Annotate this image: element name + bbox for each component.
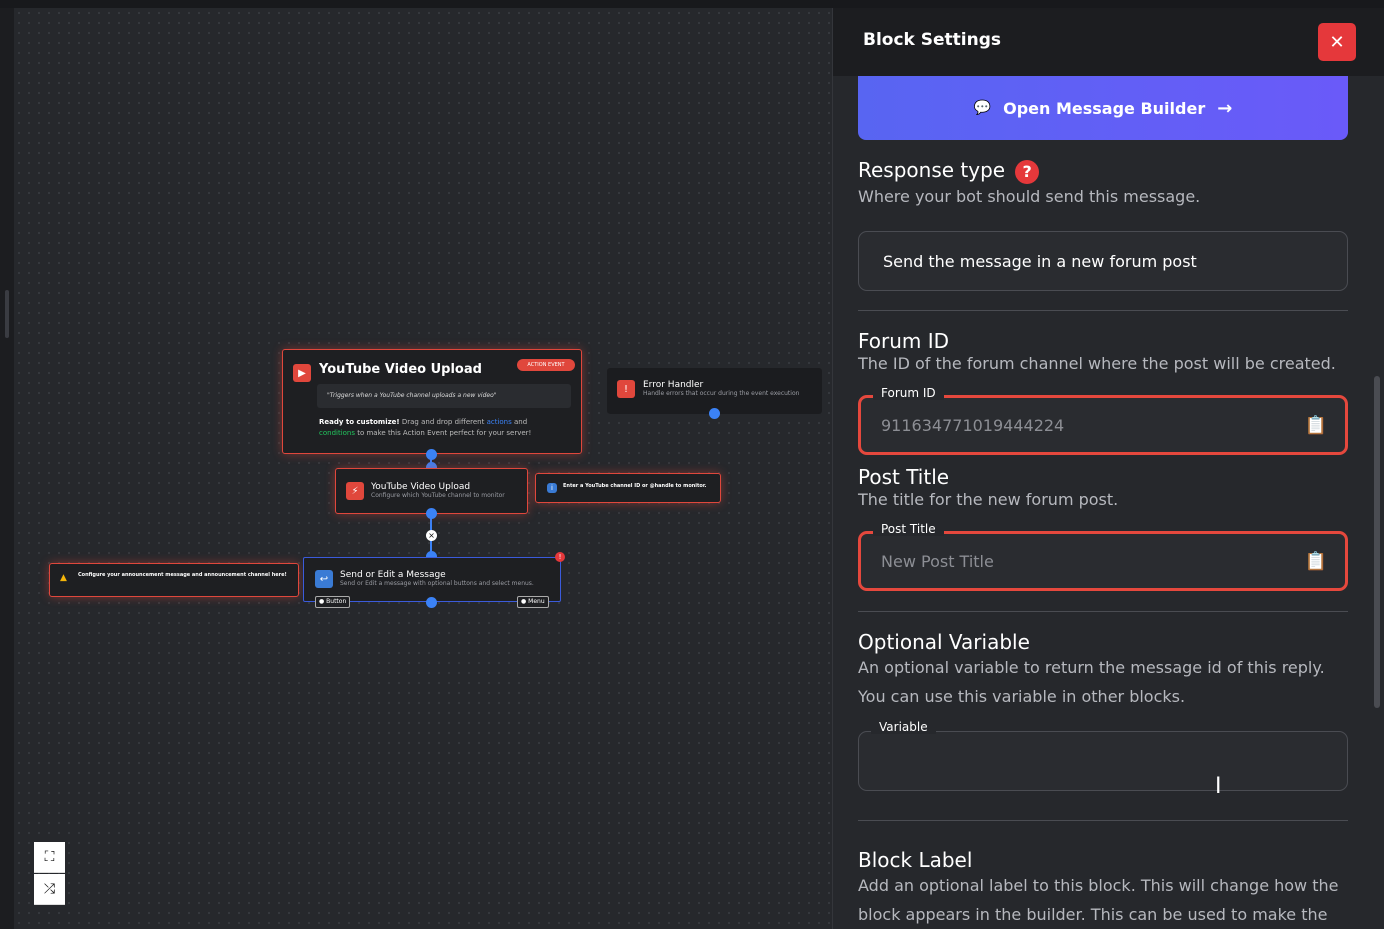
chat-bubble-icon: 💬	[973, 100, 992, 116]
open-message-builder-button[interactable]: 💬 Open Message Builder →	[858, 76, 1348, 140]
trigger-quote: "Triggers when a YouTube channel uploads…	[317, 384, 571, 408]
error-handler-desc: Handle errors that occur during the even…	[643, 390, 800, 397]
response-type-select[interactable]: Send the message in a new forum post	[858, 231, 1348, 291]
clipboard-icon[interactable]: 📋	[1305, 549, 1327, 573]
arrow-right-icon: →	[1217, 97, 1233, 119]
fullscreen-icon[interactable]: ⛶	[34, 842, 65, 873]
question-icon[interactable]: ?	[1015, 159, 1040, 184]
reply-icon: ↩	[315, 570, 333, 588]
variable-input[interactable]	[879, 746, 1319, 772]
text-cursor-icon: I	[1215, 774, 1222, 799]
variable-field[interactable]: Variable	[858, 720, 1348, 791]
top-bar	[0, 0, 1384, 8]
divider	[858, 310, 1348, 311]
left-rail	[0, 8, 14, 929]
panel-title: Block Settings	[863, 30, 1002, 50]
divider	[858, 611, 1348, 612]
optional-variable-desc: An optional variable to return the messa…	[858, 658, 1325, 706]
forum-id-input[interactable]	[881, 412, 1281, 438]
post-title-desc: The title for the new forum post.	[858, 490, 1119, 509]
post-title-input[interactable]	[881, 548, 1281, 574]
youtube-hint-node: i Enter a YouTube channel ID or @handle …	[535, 473, 721, 503]
response-type-title: Response type?	[858, 158, 1040, 184]
forum-id-desc: The ID of the forum channel where the po…	[858, 354, 1336, 373]
trigger-output-handle[interactable]	[426, 449, 437, 460]
trigger-node[interactable]: ▶ YouTube Video Upload ACTION EVENT "Tri…	[282, 349, 582, 454]
optional-variable-title: Optional Variable	[858, 630, 1030, 654]
forum-id-label: Forum ID	[873, 386, 944, 400]
panel-scrollbar[interactable]	[1374, 376, 1380, 708]
send-hint-node: ▲ Configure your announcement message an…	[49, 563, 299, 597]
forum-id-field[interactable]: Forum ID 📋	[858, 386, 1348, 455]
rail-handle[interactable]	[5, 290, 9, 338]
yt-block-desc: Configure which YouTube channel to monit…	[371, 492, 505, 499]
shuffle-icon[interactable]: ⤮	[34, 874, 65, 905]
close-icon: ✕	[1329, 31, 1345, 53]
close-button[interactable]: ✕	[1318, 23, 1356, 61]
send-hint-text: Configure your announcement message and …	[78, 572, 287, 578]
divider	[858, 820, 1348, 821]
post-title-label: Post Title	[873, 522, 944, 536]
error-badge-icon: !	[555, 552, 565, 562]
info-icon: i	[547, 483, 557, 493]
open-builder-label: Open Message Builder	[1003, 98, 1206, 118]
send-block-desc: Send or Edit a message with optional but…	[340, 580, 534, 587]
warning-triangle-icon: ▲	[60, 573, 67, 583]
yt-block-output-handle[interactable]	[426, 508, 437, 519]
builder-canvas[interactable]: ▶ YouTube Video Upload ACTION EVENT "Tri…	[14, 8, 832, 929]
clipboard-icon[interactable]: 📋	[1305, 413, 1327, 437]
button-output[interactable]: ● Button	[315, 596, 351, 608]
yt-block-name: YouTube Video Upload	[371, 482, 471, 492]
menu-output[interactable]: ● Menu	[517, 596, 549, 608]
trigger-title: YouTube Video Upload	[319, 362, 482, 377]
panel-header: Block Settings ✕	[833, 8, 1384, 76]
trigger-ready-text: Ready to customize! Drag and drop differ…	[319, 418, 532, 437]
post-title-field[interactable]: Post Title 📋	[858, 522, 1348, 591]
error-handler-name: Error Handler	[643, 380, 704, 390]
remove-connection-icon[interactable]: ×	[426, 530, 437, 541]
youtube-icon: ▶	[293, 364, 311, 382]
yt-hint-text: Enter a YouTube channel ID or @handle to…	[563, 483, 707, 489]
block-label-desc: Add an optional label to this block. Thi…	[858, 876, 1339, 924]
response-type-desc: Where your bot should send this message.	[858, 187, 1201, 206]
block-settings-panel: 💬 Open Message Builder → Block Settings …	[832, 8, 1384, 929]
lightning-icon: ⚡	[346, 482, 364, 500]
variable-label: Variable	[871, 720, 936, 734]
warning-icon: !	[617, 380, 635, 398]
send-block-name: Send or Edit a Message	[340, 570, 446, 580]
send-block-node[interactable]: ↩ Send or Edit a Message Send or Edit a …	[303, 557, 561, 608]
action-event-badge: ACTION EVENT	[517, 359, 575, 371]
send-block-output-handle[interactable]	[426, 597, 437, 608]
error-handler-handle[interactable]	[709, 408, 720, 419]
block-label-title: Block Label	[858, 848, 973, 872]
